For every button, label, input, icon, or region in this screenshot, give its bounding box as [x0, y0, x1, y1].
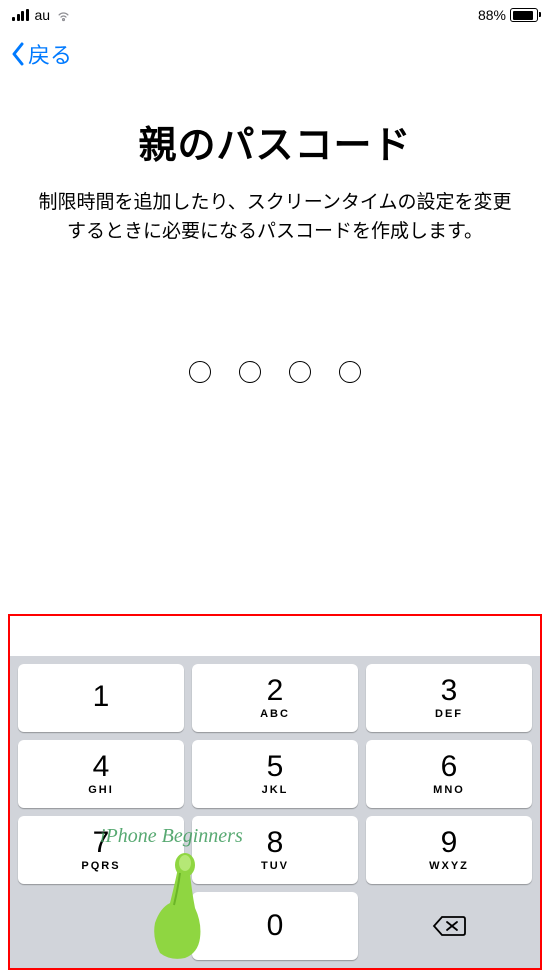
main-content: 親のパスコード 制限時間を追加したり、スクリーンタイムの設定を変更するときに必要…: [0, 79, 550, 383]
key-9[interactable]: 9 WXYZ: [366, 816, 532, 884]
battery-percent: 88%: [478, 7, 506, 23]
page-title: 親のパスコード: [30, 114, 520, 169]
key-letters: ABC: [260, 708, 290, 720]
key-number: 2: [267, 676, 284, 706]
nav-bar: 戻る: [0, 30, 550, 79]
key-4[interactable]: 4 GHI: [18, 740, 184, 808]
backspace-icon: [432, 914, 466, 938]
wifi-icon: [56, 8, 71, 23]
key-number: 1: [93, 682, 110, 712]
passcode-dot: [189, 361, 211, 383]
passcode-dot: [339, 361, 361, 383]
key-number: 5: [267, 752, 284, 782]
passcode-dots: [30, 361, 520, 383]
numeric-keypad: 1 2 ABC 3 DEF 4 GHI 5 JKL 6 MNO 7 PQRS 8: [10, 656, 540, 968]
key-letters: WXYZ: [429, 860, 469, 872]
key-letters: PQRS: [81, 860, 120, 872]
status-right: 88%: [478, 7, 538, 23]
back-button[interactable]: 戻る: [10, 38, 72, 70]
key-letters: DEF: [435, 708, 463, 720]
watermark-text: iPhone Beginners: [100, 825, 243, 848]
key-number: 4: [93, 752, 110, 782]
key-5[interactable]: 5 JKL: [192, 740, 358, 808]
keypad-highlight: 1 2 ABC 3 DEF 4 GHI 5 JKL 6 MNO 7 PQRS 8: [8, 614, 542, 970]
status-left: au: [12, 7, 71, 23]
key-number: 0: [267, 911, 284, 941]
key-number: 6: [441, 752, 458, 782]
key-number: 9: [441, 828, 458, 858]
key-1[interactable]: 1: [18, 664, 184, 732]
passcode-dot: [289, 361, 311, 383]
key-number: 8: [267, 828, 284, 858]
page-subtitle: 制限時間を追加したり、スクリーンタイムの設定を変更するときに必要になるパスコード…: [30, 189, 520, 246]
battery-icon: [510, 8, 538, 22]
finger-pointer-icon: [130, 853, 220, 963]
key-letters: MNO: [433, 784, 465, 796]
key-letters: GHI: [88, 784, 114, 796]
signal-icon: [12, 9, 29, 21]
key-3[interactable]: 3 DEF: [366, 664, 532, 732]
key-delete[interactable]: [366, 892, 532, 960]
key-2[interactable]: 2 ABC: [192, 664, 358, 732]
passcode-dot: [239, 361, 261, 383]
carrier-label: au: [35, 7, 51, 23]
back-label: 戻る: [28, 38, 72, 70]
key-letters: TUV: [261, 860, 289, 872]
key-letters: JKL: [262, 784, 289, 796]
status-bar: au 88%: [0, 0, 550, 30]
key-6[interactable]: 6 MNO: [366, 740, 532, 808]
key-number: 3: [441, 676, 458, 706]
chevron-left-icon: [10, 42, 26, 66]
